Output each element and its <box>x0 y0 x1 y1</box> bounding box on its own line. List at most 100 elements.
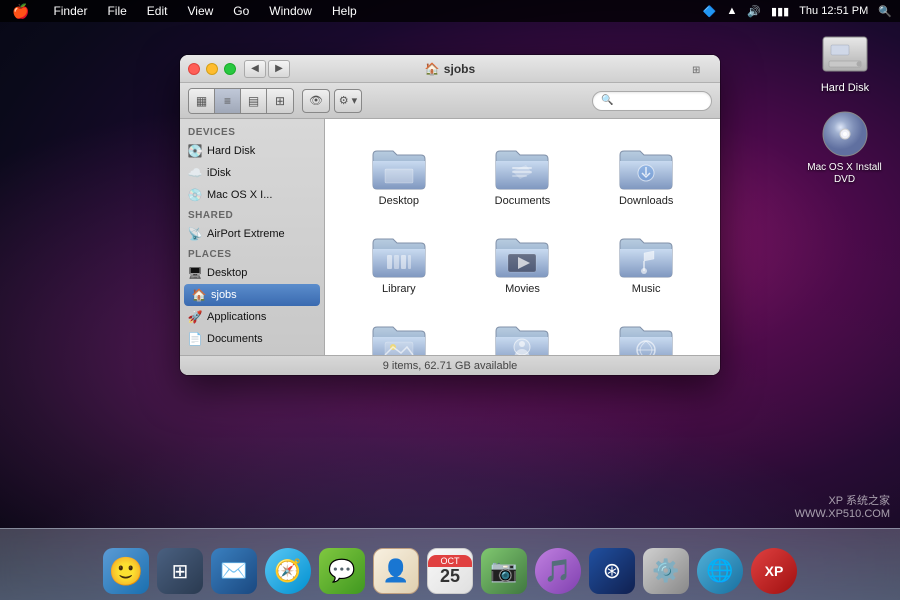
icon-view-btn[interactable]: ▦ <box>189 89 215 113</box>
sidebar-item-harddisk[interactable]: 💽 Hard Disk <box>180 140 324 162</box>
apple-menu[interactable]: 🍎 <box>8 3 33 20</box>
idisk-label: iDisk <box>207 167 231 179</box>
search-bar[interactable]: 🔍 <box>592 91 712 111</box>
folder-sites-icon <box>618 319 674 355</box>
menubar-left: 🍎 Finder File Edit View Go Window Help <box>8 3 361 20</box>
sidebar-item-macos[interactable]: 💿 Mac OS X I... <box>180 184 324 206</box>
airport-icon: 📡 <box>188 227 202 241</box>
dvd-image <box>821 110 869 158</box>
home-icon-small: 🏠 <box>192 288 206 302</box>
sidebar-item-idisk[interactable]: ☁️ iDisk <box>180 162 324 184</box>
hard-disk-label: Hard Disk <box>821 82 869 95</box>
sidebar-item-documents[interactable]: 📄 Documents <box>180 328 324 350</box>
dvd-icon[interactable]: Mac OS X Install DVD <box>807 110 882 186</box>
dock-mail[interactable]: ✉️ <box>209 546 259 596</box>
harddisk-icon: 💽 <box>188 144 202 158</box>
window-menu[interactable]: Window <box>265 4 316 18</box>
folder-music-icon <box>618 231 674 279</box>
folder-desktop-icon <box>371 143 427 191</box>
watermark: XP 系统之家 WWW.XP510.COM <box>795 492 890 520</box>
cover-flow-btn[interactable]: ⊞ <box>267 89 293 113</box>
forward-button[interactable]: ▶ <box>268 60 290 78</box>
dock-ical[interactable]: OCT 25 <box>425 546 475 596</box>
harddisk-label: Hard Disk <box>207 145 255 157</box>
bluetooth-icon: 🔷 <box>703 5 717 18</box>
dock-dashboard[interactable]: ⊛ <box>587 546 637 596</box>
dock-addressbook[interactable]: 👤 <box>371 546 421 596</box>
view-menu[interactable]: View <box>183 4 217 18</box>
sidebar-item-airport[interactable]: 📡 AirPort Extreme <box>180 223 324 245</box>
dock-syspref[interactable]: ⚙️ <box>641 546 691 596</box>
toolbar: ▦ ≡ ▤ ⊞ 👁 ⚙ ▾ 🔍 <box>180 83 720 119</box>
dock: 🙂 ⊞ ✉️ 🧭 💬 � <box>0 528 900 600</box>
sidebar-item-applications[interactable]: 🚀 Applications <box>180 306 324 328</box>
sidebar-item-sjobs[interactable]: 🏠 sjobs <box>184 284 320 306</box>
folder-grid: Desktop Documents <box>325 119 720 355</box>
finder-menu[interactable]: Finder <box>49 4 91 18</box>
desktop-label: Desktop <box>207 267 247 279</box>
hard-disk-image <box>821 30 869 78</box>
folder-library-icon <box>371 231 427 279</box>
search-icon: 🔍 <box>601 95 613 106</box>
idisk-icon: ☁️ <box>188 166 202 180</box>
edit-menu[interactable]: Edit <box>143 4 172 18</box>
go-menu[interactable]: Go <box>229 4 253 18</box>
folder-pictures[interactable]: Pictures <box>341 311 457 355</box>
folder-pictures-icon <box>371 319 427 355</box>
folder-movies[interactable]: Movies <box>465 223 581 303</box>
folder-desktop[interactable]: Desktop <box>341 135 457 215</box>
dvd-label: Mac OS X Install DVD <box>807 162 882 186</box>
dock-items: 🙂 ⊞ ✉️ 🧭 💬 � <box>93 546 807 596</box>
folder-music[interactable]: Music <box>588 223 704 303</box>
title-bar: ◀ ▶ 🏠 sjobs ⊞ <box>180 55 720 83</box>
traffic-lights <box>188 63 236 75</box>
file-menu[interactable]: File <box>103 4 130 18</box>
folder-movies-label: Movies <box>505 283 540 295</box>
status-bar: 9 items, 62.71 GB available <box>180 355 720 375</box>
watermark-line1: XP 系统之家 <box>795 492 890 508</box>
dock-safari[interactable]: 🧭 <box>263 546 313 596</box>
dock-finder[interactable]: 🙂 <box>101 546 151 596</box>
hard-disk-icon[interactable]: Hard Disk <box>810 30 880 95</box>
list-view-btn[interactable]: ≡ <box>215 89 241 113</box>
shared-header: SHARED <box>180 206 324 223</box>
places-header: PLACES <box>180 245 324 262</box>
sidebar-item-desktop[interactable]: 🖥 Desktop <box>180 262 324 284</box>
status-text: 9 items, 62.71 GB available <box>383 360 518 372</box>
window-title: 🏠 sjobs <box>425 62 475 76</box>
resize-btn[interactable]: ⊞ <box>692 60 712 78</box>
apps-label: Applications <box>207 311 266 323</box>
battery-icon: ▮▮▮ <box>771 5 789 18</box>
column-view-btn[interactable]: ▤ <box>241 89 267 113</box>
dock-expose[interactable]: ⊞ <box>155 546 205 596</box>
zoom-button[interactable] <box>224 63 236 75</box>
dock-itunes[interactable]: 🎵 <box>533 546 583 596</box>
folder-library[interactable]: Library <box>341 223 457 303</box>
apps-icon: 🚀 <box>188 310 202 324</box>
macos-label: Mac OS X I... <box>207 189 272 201</box>
folder-movies-icon <box>494 231 550 279</box>
dock-network[interactable]: 🌐 <box>695 546 745 596</box>
gear-btn[interactable]: ⚙ ▾ <box>334 89 362 113</box>
folder-sites[interactable]: Sites <box>588 311 704 355</box>
close-button[interactable] <box>188 63 200 75</box>
folder-documents[interactable]: Documents <box>465 135 581 215</box>
dock-xp[interactable]: XP <box>749 546 799 596</box>
menubar: 🍎 Finder File Edit View Go Window Help 🔷… <box>0 0 900 22</box>
folder-music-label: Music <box>632 283 661 295</box>
help-menu[interactable]: Help <box>328 4 361 18</box>
folder-public[interactable]: Public <box>465 311 581 355</box>
desktop-icon-small: 🖥 <box>188 266 202 280</box>
back-button[interactable]: ◀ <box>244 60 266 78</box>
spotlight-icon[interactable]: 🔍 <box>878 5 892 18</box>
eye-btn[interactable]: 👁 <box>302 89 330 113</box>
minimize-button[interactable] <box>206 63 218 75</box>
folder-downloads[interactable]: Downloads <box>588 135 704 215</box>
sidebar: DEVICES 💽 Hard Disk ☁️ iDisk 💿 Mac OS X … <box>180 119 325 355</box>
finder-content: DEVICES 💽 Hard Disk ☁️ iDisk 💿 Mac OS X … <box>180 119 720 355</box>
clock: Thu 12:51 PM <box>799 5 868 17</box>
dock-iphoto[interactable]: 📷 <box>479 546 529 596</box>
dock-ichat[interactable]: 💬 <box>317 546 367 596</box>
folder-downloads-label: Downloads <box>619 195 673 207</box>
sjobs-label: sjobs <box>211 289 237 301</box>
